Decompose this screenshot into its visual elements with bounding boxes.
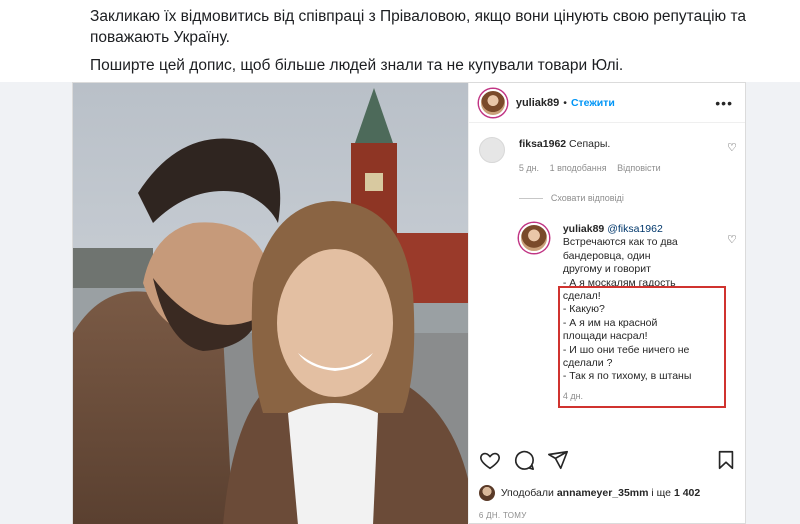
header-username[interactable]: yuliak89: [516, 97, 559, 109]
comment: fiksa1962 Сепары. 5 дн. 1 вподобання Від…: [478, 137, 737, 175]
reply-line: Встречаются как то два: [562, 236, 678, 249]
reply-line: другому и говорит: [562, 263, 651, 276]
likes-user[interactable]: annameyer_35mm: [557, 487, 649, 499]
reply-line: бандеровца, один: [562, 249, 651, 262]
photo-image: [73, 83, 468, 524]
likes-prefix: Уподобали: [500, 487, 554, 499]
likes-summary: Уподобали annameyer_35mm і ще 1 402: [478, 485, 700, 501]
comment-meta: 5 дн. 1 вподобання Відповісти: [519, 161, 737, 175]
comment-username[interactable]: fiksa1962: [519, 138, 566, 150]
post-photo[interactable]: [73, 83, 468, 524]
comment-time[interactable]: 5 дн.: [519, 163, 539, 173]
post-paragraph-2: Поширте цей допис, щоб більше людей знал…: [90, 57, 624, 74]
share-icon[interactable]: [547, 449, 569, 471]
likes-count[interactable]: 1 402: [674, 487, 700, 499]
comment-icon[interactable]: [513, 449, 535, 471]
post-text: Закликаю їх відмовитись від співпраці з …: [0, 0, 800, 82]
reply-mention[interactable]: @fiksa1962: [607, 223, 663, 235]
action-bar: [479, 449, 737, 473]
hide-replies-label: Сховати відповіді: [550, 193, 624, 203]
avatar[interactable]: [478, 485, 495, 501]
likes-middle: і ще: [651, 487, 672, 499]
divider: [518, 197, 543, 199]
follow-button[interactable]: Стежити: [571, 97, 615, 109]
heart-icon[interactable]: ♡: [727, 233, 737, 246]
header-separator: •: [563, 96, 567, 109]
heart-icon[interactable]: ♡: [727, 141, 737, 154]
reply-username[interactable]: yuliak89: [563, 223, 604, 235]
avatar[interactable]: [478, 137, 505, 163]
reply-button[interactable]: Відповісти: [617, 163, 661, 173]
highlight-box: [558, 286, 726, 408]
more-horizontal-icon[interactable]: •••: [715, 95, 733, 111]
avatar[interactable]: [518, 223, 549, 253]
bookmark-icon[interactable]: [715, 449, 737, 471]
hide-replies-button[interactable]: Сховати відповіді: [518, 193, 624, 203]
post-paragraph-1: Закликаю їх відмовитись від співпраці з …: [90, 8, 746, 46]
post-header: yuliak89 • Стежити •••: [468, 83, 745, 123]
post-time-ago[interactable]: 6 ДН. ТОМУ: [479, 511, 527, 520]
comment-likes[interactable]: 1 вподобання: [550, 163, 607, 173]
like-icon[interactable]: [479, 449, 501, 471]
comment-text: Сепары.: [569, 138, 611, 150]
avatar[interactable]: [478, 88, 507, 117]
